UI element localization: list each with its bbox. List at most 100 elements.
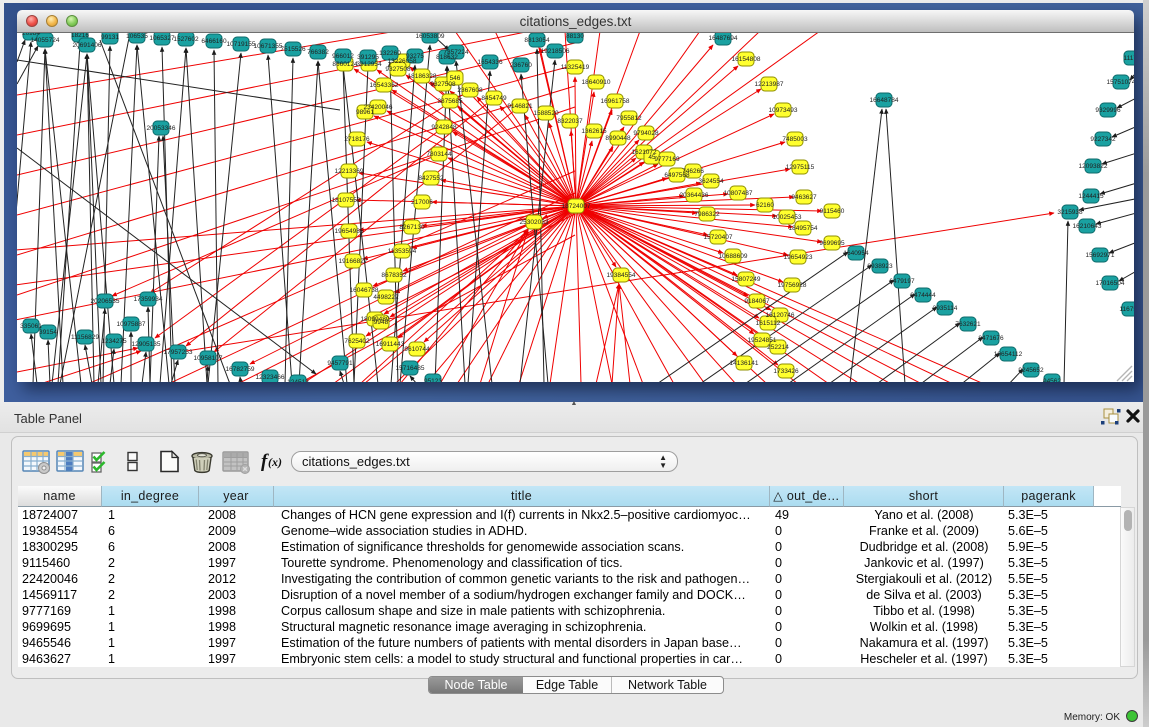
svg-text:7625402: 7625402 [344, 338, 370, 345]
svg-text:7955812: 7955812 [616, 115, 642, 122]
svg-text:8471676: 8471676 [978, 335, 1004, 342]
svg-text:19218506: 19218506 [541, 48, 570, 55]
svg-text:19384554: 19384554 [607, 272, 636, 279]
svg-text:1244415: 1244415 [1078, 193, 1104, 200]
svg-text:95123: 95123 [424, 378, 442, 382]
svg-text:546: 546 [450, 75, 461, 82]
svg-text:391295: 391295 [357, 54, 379, 61]
svg-text:16961758: 16961758 [601, 98, 630, 105]
svg-text:16648784: 16648784 [870, 97, 899, 104]
svg-text:12213369: 12213369 [335, 168, 364, 175]
svg-text:2367608: 2367608 [457, 87, 483, 94]
svg-text:17016504: 17016504 [1096, 280, 1125, 287]
svg-text:9327508: 9327508 [385, 66, 411, 73]
svg-text:8813054: 8813054 [524, 37, 550, 44]
svg-text:252214: 252214 [767, 344, 789, 351]
svg-text:16053809: 16053809 [416, 33, 445, 40]
svg-text:966012: 966012 [332, 53, 354, 60]
svg-text:8938923: 8938923 [867, 263, 893, 270]
svg-text:8990448: 8990448 [605, 135, 631, 142]
svg-text:12093822: 12093822 [1079, 163, 1108, 170]
svg-text:9184067: 9184067 [744, 298, 770, 305]
svg-text:1588520: 1588520 [533, 110, 559, 117]
svg-text:15720407: 15720407 [704, 234, 733, 241]
svg-text:1527602: 1527602 [173, 36, 199, 43]
svg-text:9463627: 9463627 [791, 194, 817, 201]
svg-text:2718176: 2718176 [344, 136, 370, 143]
svg-text:15751074: 15751074 [1107, 79, 1134, 86]
svg-text:10688609: 10688609 [719, 253, 748, 260]
svg-text:8454749: 8454749 [481, 95, 507, 102]
svg-text:17359934: 17359934 [134, 296, 163, 303]
svg-text:9457791: 9457791 [327, 360, 353, 367]
svg-text:9327508: 9327508 [430, 81, 456, 88]
svg-text:16543362: 16543362 [370, 82, 399, 89]
svg-text:1640954: 1640954 [843, 250, 869, 257]
svg-text:3875685: 3875685 [437, 98, 463, 105]
svg-text:12213987: 12213987 [755, 81, 784, 88]
svg-text:1065327: 1065327 [149, 35, 175, 42]
svg-text:3624554: 3624554 [698, 178, 724, 185]
svg-text:8660124: 8660124 [332, 61, 358, 68]
svg-text:62160: 62160 [756, 202, 774, 209]
svg-text:8322037: 8322037 [557, 118, 583, 125]
svg-text:10671355: 10671355 [254, 43, 283, 50]
svg-text:3912954: 3912954 [356, 61, 382, 68]
svg-text:15807249: 15807249 [732, 276, 761, 283]
svg-text:98961: 98961 [356, 109, 374, 116]
svg-text:16210643: 16210643 [1073, 223, 1102, 230]
svg-text:94562: 94562 [1043, 378, 1061, 382]
svg-text:9610744: 9610744 [404, 346, 430, 353]
svg-text:15692971: 15692971 [1086, 252, 1115, 259]
svg-text:88130: 88130 [566, 33, 584, 40]
svg-text:18216: 18216 [71, 33, 89, 39]
svg-text:25302033: 25302033 [520, 219, 549, 226]
svg-text:18640910: 18640910 [582, 79, 611, 86]
svg-text:106535: 106535 [126, 33, 148, 40]
svg-text:17957253: 17957253 [164, 349, 193, 356]
svg-text:18186328: 18186328 [408, 73, 437, 80]
svg-text:7803144: 7803144 [426, 151, 452, 158]
svg-text:8678352: 8678352 [381, 272, 407, 279]
svg-text:16911443: 16911443 [376, 341, 405, 348]
svg-text:16487694: 16487694 [709, 35, 738, 42]
svg-text:19524851: 19524851 [748, 337, 777, 344]
svg-text:4498222: 4498222 [373, 294, 399, 301]
svg-text:18495754: 18495754 [789, 225, 818, 232]
svg-text:9794028: 9794028 [633, 130, 659, 137]
svg-text:12323466: 12323466 [256, 374, 285, 381]
svg-text:16782759: 16782759 [226, 366, 255, 373]
svg-text:9115460: 9115460 [820, 208, 845, 215]
svg-text:14055724: 14055724 [31, 37, 60, 44]
svg-text:1234275: 1234275 [101, 338, 127, 345]
svg-text:10973493: 10973493 [769, 107, 798, 114]
svg-text:10719155: 10719155 [227, 41, 256, 48]
svg-text:1654336: 1654336 [477, 59, 503, 66]
svg-text:16046738: 16046738 [350, 287, 379, 294]
svg-text:19756928: 19756928 [778, 282, 807, 289]
svg-text:20691406: 20691406 [73, 42, 102, 49]
svg-text:20364436: 20364436 [680, 192, 709, 199]
svg-text:20053346: 20053346 [147, 125, 176, 132]
svg-text:8267130: 8267130 [399, 224, 425, 231]
svg-text:7632621: 7632621 [955, 321, 981, 328]
svg-text:766382: 766382 [307, 49, 329, 56]
svg-text:12905135: 12905135 [132, 341, 161, 348]
svg-text:10975887: 10975887 [117, 321, 146, 328]
svg-text:18724007: 18724007 [562, 203, 591, 210]
svg-text:(x): (x) [268, 455, 282, 469]
svg-text:9777169: 9777169 [654, 156, 680, 163]
svg-text:116753: 116753 [1119, 306, 1134, 313]
svg-text:7986322: 7986322 [694, 211, 720, 218]
svg-text:6466160: 6466160 [201, 38, 227, 45]
svg-text:10807487: 10807487 [724, 190, 753, 197]
svg-text:1733426: 1733426 [773, 368, 799, 375]
svg-text:9474444: 9474444 [910, 292, 936, 299]
svg-text:7485003: 7485003 [782, 136, 808, 143]
svg-text:2935114: 2935114 [933, 305, 958, 312]
svg-text:19654985: 19654985 [335, 228, 364, 235]
svg-text:11353594: 11353594 [388, 248, 417, 255]
svg-text:9242848: 9242848 [431, 124, 457, 131]
svg-text:8427552: 8427552 [418, 175, 444, 182]
svg-text:124513: 124513 [287, 379, 309, 382]
